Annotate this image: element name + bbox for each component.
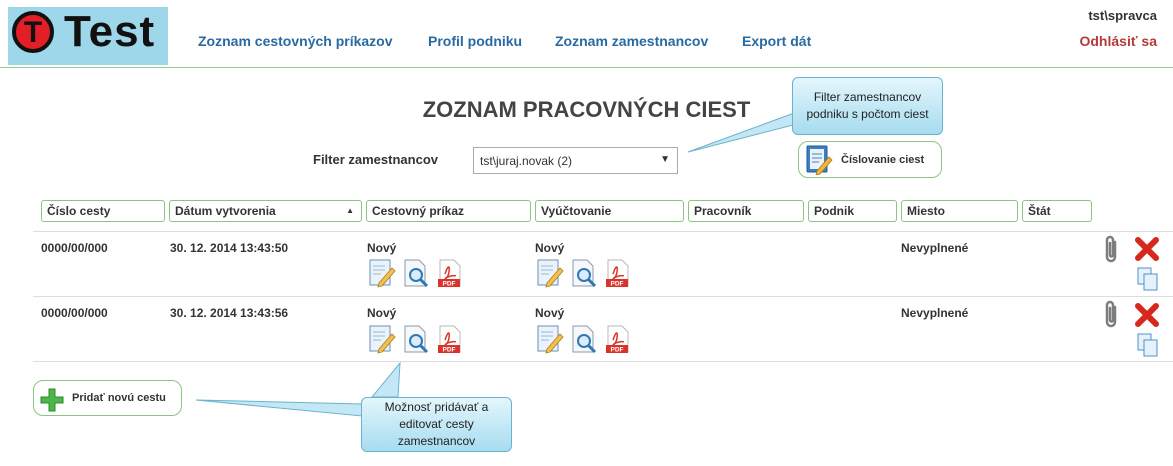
logo[interactable]: T Test bbox=[8, 7, 168, 65]
col-header-worker[interactable]: Pracovník bbox=[688, 200, 804, 222]
magnifier-document-icon[interactable] bbox=[569, 258, 599, 288]
add-callout-pointer bbox=[195, 399, 363, 417]
magnifier-document-icon[interactable] bbox=[401, 324, 431, 354]
svg-text:PDF: PDF bbox=[443, 347, 456, 354]
header: T Test Zoznam cestovných príkazov Profil… bbox=[0, 0, 1173, 68]
cell-created: 30. 12. 2014 13:43:50 bbox=[170, 241, 289, 255]
edit-callout: Možnosť pridávať a editovať cesty zamest… bbox=[361, 397, 512, 452]
copy-icon[interactable] bbox=[1136, 266, 1160, 292]
numbering-button[interactable]: Číslovanie ciest bbox=[798, 141, 942, 178]
delete-x-icon[interactable] bbox=[1134, 236, 1160, 262]
magnifier-document-icon[interactable] bbox=[401, 258, 431, 288]
cell-order-status: Nový bbox=[367, 306, 397, 320]
row-divider bbox=[33, 361, 1173, 362]
nav-company-profile[interactable]: Profil podniku bbox=[428, 33, 522, 49]
cell-number: 0000/00/000 bbox=[41, 241, 108, 255]
pdf-icon[interactable]: PDF bbox=[603, 324, 633, 354]
edit-document-icon[interactable] bbox=[367, 324, 397, 354]
cell-order-status: Nový bbox=[367, 241, 397, 255]
numbering-button-label: Číslovanie ciest bbox=[841, 154, 925, 166]
logo-text: Test bbox=[64, 7, 156, 56]
edit-document-icon[interactable] bbox=[367, 258, 397, 288]
magnifier-document-icon[interactable] bbox=[569, 324, 599, 354]
col-header-number[interactable]: Číslo cesty bbox=[41, 200, 165, 222]
paperclip-icon[interactable] bbox=[1100, 299, 1124, 331]
cell-place: Nevyplnené bbox=[901, 306, 969, 320]
nav-export[interactable]: Export dát bbox=[742, 33, 811, 49]
row-divider bbox=[33, 231, 1173, 232]
filter-callout: Filter zamestnancov podniku s počtom cie… bbox=[792, 77, 943, 135]
plus-icon bbox=[40, 388, 64, 412]
svg-text:PDF: PDF bbox=[611, 347, 624, 354]
edit-callout-pointer bbox=[370, 361, 401, 398]
nav-employees[interactable]: Zoznam zamestnancov bbox=[555, 33, 708, 49]
employee-filter-select[interactable]: tst\juraj.novak (2) ▼ bbox=[473, 147, 678, 174]
dropdown-arrow-icon: ▼ bbox=[660, 154, 670, 165]
cell-place: Nevyplnené bbox=[901, 241, 969, 255]
billing-actions: PDF bbox=[535, 258, 633, 288]
edit-document-icon[interactable] bbox=[535, 258, 565, 288]
row-divider bbox=[33, 296, 1173, 297]
cell-created: 30. 12. 2014 13:43:56 bbox=[170, 306, 289, 320]
edit-document-icon[interactable] bbox=[535, 324, 565, 354]
pdf-icon[interactable]: PDF bbox=[435, 324, 465, 354]
order-actions: PDF bbox=[367, 324, 465, 354]
col-header-state[interactable]: Štát bbox=[1022, 200, 1092, 222]
current-user: tst\spravca bbox=[1088, 8, 1157, 23]
col-header-travel-order[interactable]: Cestovný príkaz bbox=[366, 200, 531, 222]
logout-link[interactable]: Odhlásiť sa bbox=[1079, 33, 1157, 49]
svg-text:PDF: PDF bbox=[611, 281, 624, 288]
pdf-icon[interactable]: PDF bbox=[603, 258, 633, 288]
copy-icon[interactable] bbox=[1136, 332, 1160, 358]
logo-circle-icon: T bbox=[12, 11, 54, 53]
employee-filter-value: tst\juraj.novak (2) bbox=[480, 154, 573, 168]
col-header-created[interactable]: Dátum vytvorenia ▲ bbox=[169, 200, 362, 222]
col-header-company[interactable]: Podnik bbox=[808, 200, 897, 222]
svg-text:PDF: PDF bbox=[443, 281, 456, 288]
add-trip-label: Pridať novú cestu bbox=[72, 392, 166, 404]
order-actions: PDF bbox=[367, 258, 465, 288]
sort-ascending-icon: ▲ bbox=[346, 206, 354, 215]
numbering-document-icon bbox=[806, 145, 833, 175]
col-header-created-label: Dátum vytvorenia bbox=[175, 204, 276, 218]
cell-billing-status: Nový bbox=[535, 306, 565, 320]
filter-label: Filter zamestnancov bbox=[313, 152, 438, 167]
paperclip-icon[interactable] bbox=[1100, 234, 1124, 266]
billing-actions: PDF bbox=[535, 324, 633, 354]
cell-number: 0000/00/000 bbox=[41, 306, 108, 320]
nav-travel-orders[interactable]: Zoznam cestovných príkazov bbox=[198, 33, 393, 49]
col-header-billing[interactable]: Vyúčtovanie bbox=[535, 200, 684, 222]
pdf-icon[interactable]: PDF bbox=[435, 258, 465, 288]
cell-billing-status: Nový bbox=[535, 241, 565, 255]
page-title: ZOZNAM PRACOVNÝCH CIEST bbox=[422, 97, 751, 122]
delete-x-icon[interactable] bbox=[1134, 302, 1160, 328]
add-trip-button[interactable]: Pridať novú cestu bbox=[33, 380, 182, 416]
logo-letter: T bbox=[23, 15, 43, 49]
col-header-place[interactable]: Miesto bbox=[901, 200, 1018, 222]
